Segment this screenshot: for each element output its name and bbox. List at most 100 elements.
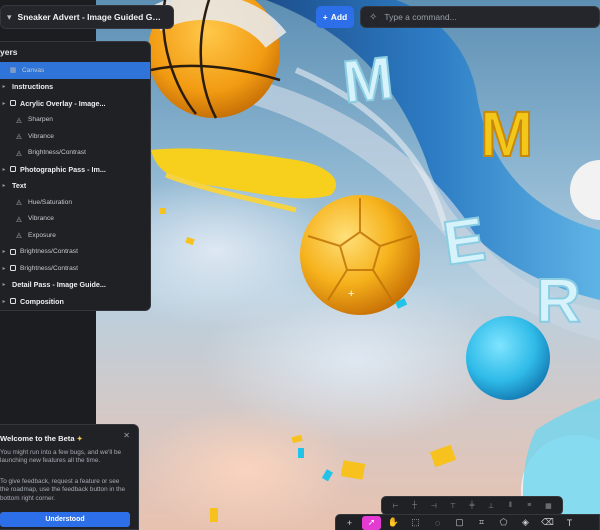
layer-row[interactable]: ▸ Brightness/Contrast bbox=[0, 244, 150, 261]
layer-label: Text bbox=[12, 181, 27, 191]
layer-row[interactable]: ▸ Instructions bbox=[0, 79, 150, 96]
layer-row[interactable]: ◬ Sharpen bbox=[0, 112, 150, 129]
adjustment-icon: ◬ bbox=[16, 116, 22, 124]
distribute-horizontal-icon[interactable]: ⫴ bbox=[504, 500, 516, 512]
eraser-icon[interactable]: ⌫ bbox=[538, 516, 557, 530]
distribute-vertical-icon[interactable]: ≡ bbox=[523, 500, 535, 512]
align-bottom-icon[interactable]: ⊥ bbox=[485, 500, 497, 512]
rectangle-icon[interactable]: ▢ bbox=[450, 516, 469, 530]
shape-icon[interactable]: ⬠ bbox=[494, 516, 513, 530]
marquee-icon[interactable]: ⬚ bbox=[406, 516, 425, 530]
layer-list: ▦ Canvas ▸ Instructions ▸ Acrylic Overlay - I… bbox=[0, 62, 150, 310]
beta-card-paragraph: To give feedback, request a feature or s… bbox=[0, 478, 126, 502]
crop-icon[interactable]: ⌗ bbox=[472, 516, 491, 530]
layer-icon bbox=[10, 265, 16, 272]
text-icon[interactable]: T bbox=[560, 516, 579, 530]
layer-label: Vibrance bbox=[28, 132, 54, 140]
chevron-down-icon: ▾ bbox=[7, 11, 12, 22]
layer-label: Acrylic Overlay - Image... bbox=[20, 98, 106, 108]
select-icon[interactable]: ➚ bbox=[362, 515, 381, 530]
beta-welcome-card: Welcome to the Beta ✦ ✕ You might run in… bbox=[0, 424, 139, 530]
align-top-icon[interactable]: ⊤ bbox=[447, 500, 459, 512]
layer-row[interactable]: ▸ Composition bbox=[0, 293, 150, 310]
chevron-right-icon[interactable]: ▸ bbox=[0, 182, 8, 189]
layer-label: Composition bbox=[20, 296, 64, 306]
white-ball bbox=[570, 160, 600, 220]
letter-r: R bbox=[536, 267, 581, 336]
layer-icon bbox=[10, 298, 16, 305]
layers-panel: yers ▦ Canvas ▸ Instructions ▸ Acrylic Overla… bbox=[0, 41, 151, 311]
layer-icon bbox=[10, 100, 16, 107]
layer-row[interactable]: ◬ Exposure bbox=[0, 227, 150, 244]
layer-label: Brightness/Contrast bbox=[20, 264, 78, 272]
lasso-icon[interactable]: ◌ bbox=[428, 516, 447, 530]
layer-row[interactable]: ▸ Acrylic Overlay - Image... bbox=[0, 95, 150, 112]
layer-row[interactable]: ▦ Canvas bbox=[0, 62, 150, 79]
adjustment-icon: ◬ bbox=[16, 232, 22, 240]
layer-label: Detail Pass - Image Guide... bbox=[12, 280, 106, 290]
layer-row[interactable]: ▸ Detail Pass - Image Guide... bbox=[0, 277, 150, 294]
layer-label: Sharpen bbox=[28, 116, 53, 124]
chevron-right-icon[interactable]: ▸ bbox=[0, 166, 8, 173]
layer-label: Hue/Saturation bbox=[28, 198, 72, 206]
layer-label: Instructions bbox=[12, 82, 54, 92]
align-left-icon[interactable]: ⊢ bbox=[390, 500, 402, 512]
beta-card-title: Welcome to the Beta ✦ bbox=[0, 434, 83, 443]
chevron-right-icon[interactable]: ▸ bbox=[0, 100, 8, 107]
canvas-icon: ▦ bbox=[9, 67, 17, 75]
chevron-right-icon: ▸ bbox=[2, 249, 6, 256]
chevron-right-icon[interactable]: ▸ bbox=[0, 298, 8, 305]
beta-card-paragraph: You might run into a few bugs, and we'll… bbox=[0, 449, 122, 465]
layer-label: Exposure bbox=[28, 231, 56, 239]
add-button-label: Add bbox=[330, 12, 348, 22]
tools-toolbar: + ➚ ✋ ⬚ ◌ ▢ ⌗ ⬠ ◈ ⌫ T bbox=[335, 514, 600, 530]
project-title: Sneaker Advert - Image Guided Generati..… bbox=[17, 12, 166, 22]
align-toolbar: ⊢ ┼ ⊣ ⊤ ╪ ⊥ ⫴ ≡ ▦ bbox=[381, 496, 563, 515]
layers-panel-title: yers bbox=[0, 47, 18, 57]
sparkle-icon: ✧ bbox=[369, 11, 378, 23]
layer-row[interactable]: ▸ Brightness/Contrast bbox=[0, 260, 150, 277]
letter-m-1: M bbox=[340, 44, 397, 116]
chevron-right-icon: ▸ bbox=[2, 265, 6, 272]
layer-icon bbox=[10, 166, 16, 173]
adjustment-icon: ◬ bbox=[16, 133, 22, 141]
project-title-menu[interactable]: ▾ Sneaker Advert - Image Guided Generati… bbox=[0, 5, 174, 29]
layer-label: Brightness/Contrast bbox=[20, 248, 78, 256]
layer-row[interactable]: ◬ Brightness/Contrast bbox=[0, 145, 150, 162]
hand-icon[interactable]: ✋ bbox=[384, 516, 403, 530]
layer-row[interactable]: ▸ Text bbox=[0, 178, 150, 195]
layer-row[interactable]: ▸ Photographic Pass - Im... bbox=[0, 161, 150, 178]
yellow-splash bbox=[151, 148, 337, 199]
close-icon[interactable]: ✕ bbox=[123, 431, 130, 440]
top-bar: ▾ Sneaker Advert - Image Guided Generati… bbox=[0, 0, 600, 34]
command-input[interactable] bbox=[384, 12, 585, 22]
layer-icon bbox=[10, 248, 16, 255]
layer-row[interactable]: ◬ Vibrance bbox=[0, 211, 150, 228]
adjustment-icon: ◬ bbox=[16, 149, 22, 157]
adjustment-icon: ◬ bbox=[16, 215, 22, 223]
chevron-right-icon[interactable]: ▸ bbox=[0, 281, 8, 288]
add-icon[interactable]: + bbox=[340, 516, 359, 530]
sparkle-icon: ✦ bbox=[76, 436, 83, 443]
align-right-icon[interactable]: ⊣ bbox=[428, 500, 440, 512]
command-bar[interactable]: ✧ bbox=[360, 6, 600, 28]
add-button[interactable]: + Add bbox=[316, 6, 354, 28]
layer-label: Vibrance bbox=[28, 215, 54, 223]
layer-label: Canvas bbox=[22, 66, 45, 74]
align-middle-icon[interactable]: ╪ bbox=[466, 500, 478, 512]
svg-text:+: + bbox=[348, 288, 354, 300]
canvas-artwork: + M M E R bbox=[147, 0, 600, 530]
adjustment-icon: ◬ bbox=[16, 199, 22, 207]
layer-row[interactable]: ◬ Vibrance bbox=[0, 128, 150, 145]
understood-button[interactable]: Understood bbox=[0, 512, 130, 527]
design-canvas[interactable]: + M M E R bbox=[96, 0, 600, 530]
align-center-icon[interactable]: ┼ bbox=[409, 500, 421, 512]
layer-label: Brightness/Contrast bbox=[28, 149, 86, 157]
layer-row[interactable]: ◬ Hue/Saturation bbox=[0, 194, 150, 211]
chevron-right-icon[interactable]: ▸ bbox=[0, 83, 8, 90]
fill-icon[interactable]: ◈ bbox=[516, 516, 535, 530]
layer-label: Photographic Pass - Im... bbox=[20, 164, 106, 174]
plus-icon: + bbox=[322, 12, 328, 22]
letter-m-2: M bbox=[480, 98, 533, 170]
grid-icon[interactable]: ▦ bbox=[542, 500, 554, 512]
